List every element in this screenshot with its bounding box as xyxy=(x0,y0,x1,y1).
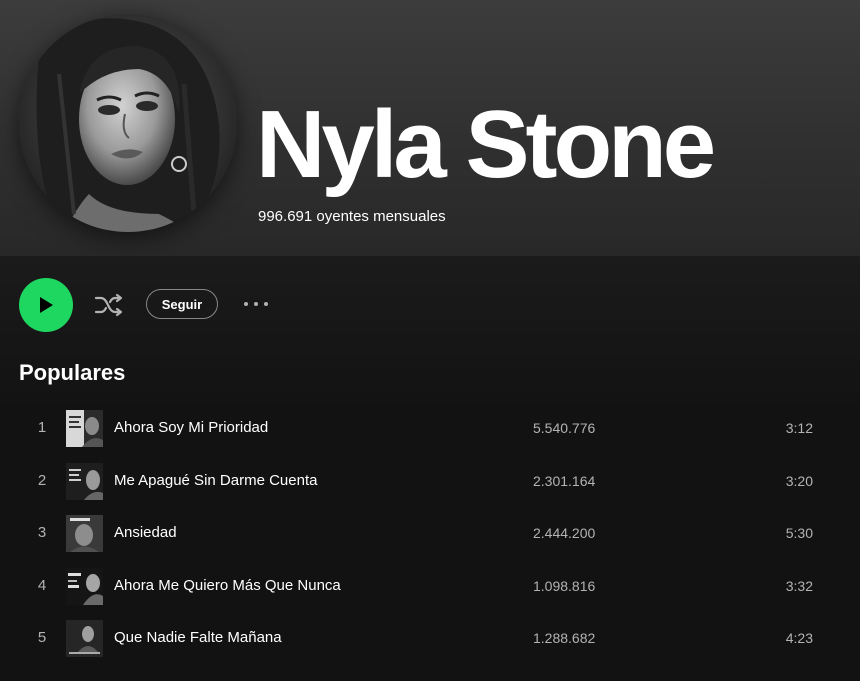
track-title[interactable]: Me Apagué Sin Darme Cuenta xyxy=(114,455,317,508)
track-cover xyxy=(66,462,103,500)
track-duration: 3:12 xyxy=(785,420,813,436)
track-row[interactable]: 4 Ahora Me Quiero Más Que Nunca 1.098.81… xyxy=(19,560,841,613)
track-row[interactable]: 2 Me Apagué Sin Darme Cuenta 2.301.164 3… xyxy=(19,455,841,508)
track-number: 5 xyxy=(37,629,47,646)
track-cover xyxy=(66,620,103,657)
track-title[interactable]: Ahora Soy Mi Prioridad xyxy=(114,402,268,455)
artist-avatar xyxy=(19,14,237,232)
action-bar: Seguir xyxy=(0,256,860,352)
track-number: 2 xyxy=(37,471,47,489)
track-duration: 4:23 xyxy=(785,630,813,646)
track-title[interactable]: Ahora Me Quiero Más Que Nunca xyxy=(114,560,341,613)
track-number: 1 xyxy=(37,419,47,436)
artist-header: Nyla Stone 996.691 oyentes mensuales xyxy=(0,0,860,256)
track-play-count: 2.444.200 xyxy=(533,525,596,541)
track-duration: 3:20 xyxy=(785,472,813,489)
track-number: 3 xyxy=(37,524,47,541)
track-row[interactable]: 1 Ahora Soy Mi Prioridad 5.540.776 3:12 xyxy=(19,402,841,455)
track-number: 4 xyxy=(37,576,47,594)
more-options-icon xyxy=(244,302,268,306)
shuffle-icon xyxy=(94,293,123,317)
track-title[interactable]: Ansiedad xyxy=(114,507,177,560)
track-cover xyxy=(66,410,103,447)
track-cover xyxy=(66,567,103,605)
more-options-button[interactable] xyxy=(240,292,272,316)
track-title[interactable]: Que Nadie Falte Mañana xyxy=(114,612,282,665)
track-duration: 3:32 xyxy=(785,577,813,594)
play-icon xyxy=(40,297,53,313)
artist-name: Nyla Stone xyxy=(256,91,716,198)
track-play-count: 1.288.682 xyxy=(533,630,596,646)
track-play-count: 1.098.816 xyxy=(533,577,596,594)
popular-track-list: 1 Ahora Soy Mi Prioridad 5.540.776 3:12 … xyxy=(19,402,841,665)
track-row[interactable]: 5 Que Nadie Falte Mañana 1.288.682 4:23 xyxy=(19,612,841,665)
track-play-count: 5.540.776 xyxy=(533,420,596,436)
shuffle-button[interactable] xyxy=(92,290,126,320)
track-play-count: 2.301.164 xyxy=(533,472,596,489)
section-title-popular: Populares xyxy=(19,360,126,385)
follow-button[interactable]: Seguir xyxy=(146,289,218,319)
track-duration: 5:30 xyxy=(785,525,813,541)
monthly-listeners: 996.691 oyentes mensuales xyxy=(258,208,446,225)
track-cover xyxy=(66,515,103,552)
play-button[interactable] xyxy=(19,278,73,332)
track-row[interactable]: 3 Ansiedad 2.444.200 5:30 xyxy=(19,507,841,560)
